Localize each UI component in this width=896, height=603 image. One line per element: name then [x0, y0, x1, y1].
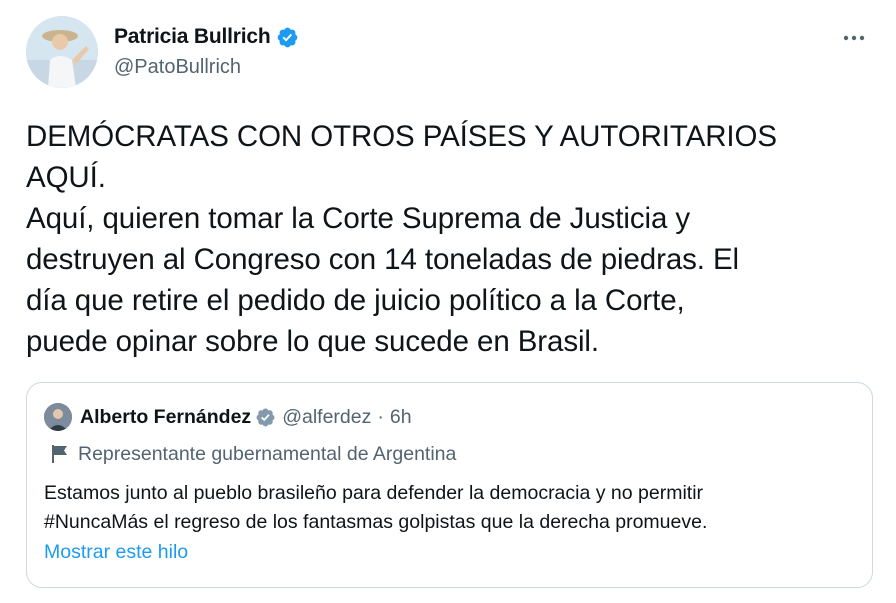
tweet-text: DEMÓCRATAS CON OTROS PAÍSES Y AUTORITARI…: [26, 120, 777, 358]
quoted-author-display-name[interactable]: Alberto Fernández: [80, 406, 251, 429]
government-flag-icon: [52, 445, 67, 463]
tweet-card: Patricia Bullrich @PatoBullrich DEMÓCRAT…: [0, 0, 896, 603]
author-display-name[interactable]: Patricia Bullrich: [114, 24, 271, 50]
government-label[interactable]: Representante gubernamental de Argentina: [51, 441, 456, 467]
show-thread-link[interactable]: Mostrar este hilo: [44, 541, 188, 564]
more-options-button[interactable]: [838, 22, 870, 54]
tweet-header: Patricia Bullrich @PatoBullrich: [26, 16, 876, 92]
author-avatar[interactable]: [26, 16, 98, 88]
separator-dot: ·: [377, 405, 384, 428]
author-name-row: Patricia Bullrich: [114, 24, 299, 50]
quoted-verified-badge-icon: [256, 408, 275, 426]
verified-badge-icon: [277, 27, 297, 47]
author-names: Patricia Bullrich @PatoBullrich: [114, 24, 299, 80]
avatar-photo-icon: [26, 16, 98, 88]
quoted-tweet[interactable]: Alberto Fernández @alferdez · 6h Represe…: [26, 382, 873, 588]
quoted-timestamp[interactable]: 6h: [390, 406, 412, 429]
quoted-avatar-photo-icon: [44, 403, 72, 431]
quoted-author-handle[interactable]: @alferdez: [282, 406, 371, 429]
quoted-author-avatar[interactable]: [44, 403, 72, 431]
more-options-icon: [843, 35, 865, 41]
quoted-tweet-text: Estamos junto al pueblo brasileño para d…: [44, 482, 708, 533]
quoted-tweet-header: Alberto Fernández @alferdez · 6h: [44, 403, 412, 431]
author-handle[interactable]: @PatoBullrich: [114, 54, 299, 80]
government-label-text: Representante gubernamental de Argentina: [78, 442, 457, 465]
